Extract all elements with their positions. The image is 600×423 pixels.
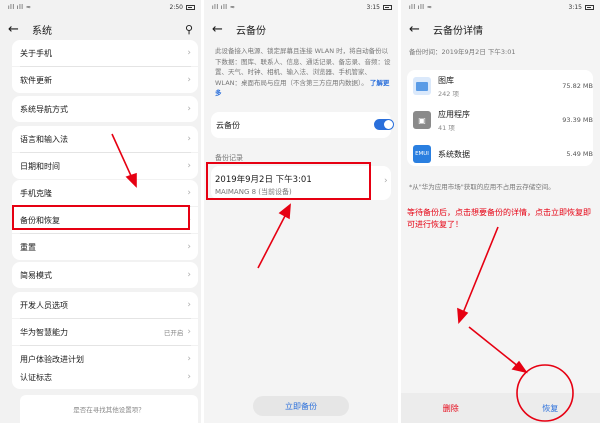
chevron-right-icon: › xyxy=(187,75,191,85)
item-count: 242 项 xyxy=(438,89,459,98)
item-label: 软件更新 xyxy=(20,75,52,85)
signal-icon: ıll ıll ≈ xyxy=(409,3,433,11)
chevron-right-icon: › xyxy=(187,327,191,337)
item-label: 手机克隆 xyxy=(20,188,52,198)
settings-item-certification[interactable]: 认证标志 › xyxy=(12,365,198,389)
item-count: 41 项 xyxy=(438,123,455,132)
item-label: 日期和时间 xyxy=(20,161,60,171)
item-label: 用户体验改进计划 xyxy=(20,354,84,364)
battery-icon xyxy=(585,4,594,10)
signal-icon: ıll ıll ≈ xyxy=(212,3,236,11)
battery-icon xyxy=(186,4,195,10)
chevron-right-icon: › xyxy=(187,104,191,114)
settings-item-date-time[interactable]: 日期和时间 › xyxy=(12,153,198,179)
status-time: 3:15 xyxy=(568,3,582,11)
page-title: 云备份 xyxy=(236,25,266,37)
signal-icon: ıll ıll ≈ xyxy=(8,3,32,11)
chevron-right-icon: › xyxy=(187,270,191,280)
item-label: 语言和输入法 xyxy=(20,134,68,144)
item-label: 简易模式 xyxy=(20,270,52,280)
annotation-highlight-box xyxy=(206,162,371,200)
backup-detail-screen: ıll ıll ≈ 3:15 ← 云备份详情 备份时间：2019年9月2日 下午… xyxy=(401,0,600,423)
chevron-right-icon: › xyxy=(384,176,388,186)
settings-item-reset[interactable]: 重置 › xyxy=(12,234,198,260)
back-arrow-icon[interactable]: ← xyxy=(8,22,20,37)
item-name: 图库 xyxy=(438,75,454,85)
annotation-highlight-box xyxy=(12,205,190,230)
bottom-action-bar: 删除 恢复 xyxy=(401,393,600,423)
footnote: *从"华为应用市场"获取的应用不占用云存储空间。 xyxy=(409,183,555,191)
chevron-right-icon: › xyxy=(187,242,191,252)
system-settings-screen: ıll ıll ≈ 2:50 ← 系统 ⚲ 关于手机 › 软件更新 › 系统导航方式… xyxy=(0,0,201,423)
search-icon[interactable]: ⚲ xyxy=(185,23,193,36)
settings-item-phone-clone[interactable]: 手机克隆 › xyxy=(12,180,198,206)
page-title: 系统 xyxy=(32,25,52,37)
back-arrow-icon[interactable]: ← xyxy=(409,22,421,37)
item-label: 系统导航方式 xyxy=(20,104,68,114)
status-bar: ıll ıll ≈ 3:15 xyxy=(204,0,398,14)
restore-button[interactable]: 恢复 xyxy=(501,393,600,423)
emui-icon: EMUI xyxy=(413,145,431,163)
chevron-right-icon: › xyxy=(187,188,191,198)
title-bar: ← 云备份 xyxy=(204,14,398,44)
status-bar: ıll ıll ≈ 3:15 xyxy=(401,0,600,14)
search-hint[interactable]: 是否在寻找其他设置项？ xyxy=(20,395,198,423)
title-bar: ← 云备份详情 xyxy=(401,14,600,44)
item-value: 已开启 xyxy=(163,329,184,337)
status-time: 2:50 xyxy=(169,3,183,11)
cloud-backup-toggle-row[interactable]: 云备份 xyxy=(211,112,394,138)
chevron-right-icon: › xyxy=(187,48,191,58)
item-size: 5.49 MB xyxy=(566,150,593,158)
item-label: 重置 xyxy=(20,242,36,252)
settings-item-developer[interactable]: 开发人员选项 › xyxy=(12,292,198,318)
gallery-icon xyxy=(413,77,431,95)
settings-item-simple-mode[interactable]: 简易模式 › xyxy=(12,262,198,288)
page-title: 云备份详情 xyxy=(433,25,483,37)
backup-item-system-data[interactable]: EMUI 系统数据 5.49 MB xyxy=(413,139,593,169)
back-arrow-icon[interactable]: ← xyxy=(212,22,224,37)
chevron-right-icon: › xyxy=(187,354,191,364)
settings-item-language[interactable]: 语言和输入法 › xyxy=(12,126,198,152)
battery-icon xyxy=(383,4,392,10)
settings-item-software-update[interactable]: 软件更新 › xyxy=(12,67,198,93)
item-label: 开发人员选项 xyxy=(20,300,68,310)
item-name: 应用程序 xyxy=(438,109,470,119)
item-label: 华为智慧能力 xyxy=(20,327,68,337)
item-size: 93.39 MB xyxy=(562,116,593,124)
android-icon: ▣ xyxy=(413,111,431,129)
cloud-backup-screen: ıll ıll ≈ 3:15 ← 云备份 此设备接入电源、锁定屏幕且连接 WLA… xyxy=(204,0,398,423)
delete-button[interactable]: 删除 xyxy=(401,393,501,423)
settings-item-about-phone[interactable]: 关于手机 › xyxy=(12,40,198,66)
instruction-annotation: 等待备份后，点击想要备份的详情，点击立即恢复即可进行恢复了！ xyxy=(407,208,591,229)
emui-logo-text: EMUI xyxy=(415,151,429,157)
backup-time: 备份时间：2019年9月2日 下午3:01 xyxy=(409,48,516,56)
settings-item-navigation[interactable]: 系统导航方式 › xyxy=(12,96,198,122)
status-bar: ıll ıll ≈ 2:50 xyxy=(0,0,201,14)
description-text: 此设备接入电源、锁定屏幕且连接 WLAN 时，将自动备份以下数据：图库、联系人、… xyxy=(215,47,391,87)
chevron-right-icon: › xyxy=(187,134,191,144)
item-name: 系统数据 xyxy=(438,149,470,159)
item-label: 关于手机 xyxy=(20,48,52,58)
cloud-backup-switch[interactable] xyxy=(374,119,394,130)
backup-now-button[interactable]: 立即备份 xyxy=(253,396,349,416)
chevron-right-icon: › xyxy=(187,161,191,171)
item-size: 75.82 MB xyxy=(562,82,593,90)
settings-item-huawei-ai[interactable]: 华为智慧能力 已开启 › xyxy=(12,319,198,345)
backup-description: 此设备接入电源、锁定屏幕且连接 WLAN 时，将自动备份以下数据：图库、联系人、… xyxy=(215,46,393,99)
chevron-right-icon: › xyxy=(187,300,191,310)
cloud-backup-label: 云备份 xyxy=(216,121,240,130)
item-label: 认证标志 xyxy=(20,372,52,382)
status-time: 3:15 xyxy=(366,3,380,11)
chevron-right-icon: › xyxy=(187,372,191,382)
backup-item-apps[interactable]: ▣ 应用程序 41 项 93.39 MB xyxy=(413,105,593,135)
backup-item-gallery[interactable]: 图库 242 项 75.82 MB xyxy=(413,71,593,101)
